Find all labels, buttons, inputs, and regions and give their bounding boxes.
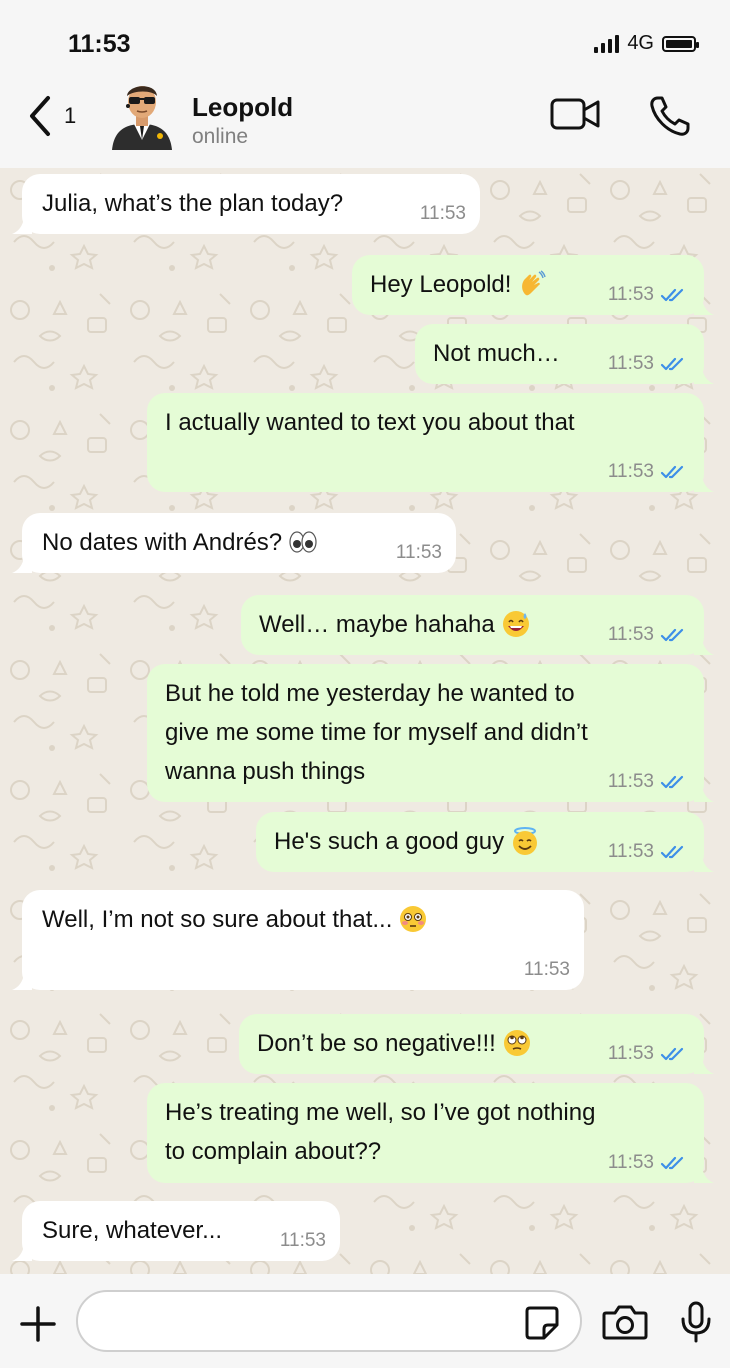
bubble-tail (694, 1058, 714, 1074)
message-text: He's such a good guy (274, 822, 540, 861)
incoming-message[interactable]: No dates with Andrés? 11:53 (12, 513, 456, 573)
message-text: I actually wanted to text you about that (165, 409, 575, 436)
message-time: 11:53 (419, 203, 466, 224)
message-text: Sure, whatever... (42, 1217, 223, 1244)
bubble-tail (694, 639, 714, 655)
video-call-icon[interactable] (550, 94, 602, 134)
read-receipt-icon (660, 775, 684, 789)
composer-bar (0, 1274, 730, 1368)
bubble-tail (12, 218, 32, 234)
eyes-emoji-icon (282, 529, 318, 556)
incoming-message[interactable]: Well, I’m not so sure about that... 11:5… (12, 890, 584, 990)
message-time: 11:53 (607, 461, 654, 482)
contact-info[interactable]: Leopold online (192, 92, 293, 149)
chat-area[interactable]: Julia, what’s the plan today? 11:53 Hey Le… (0, 168, 730, 1274)
read-receipt-icon (660, 1047, 684, 1061)
outgoing-message[interactable]: He’s treating me well, so I’ve got nothi… (147, 1083, 714, 1183)
message-time: 11:53 (607, 624, 654, 645)
message-time: 11:53 (607, 841, 654, 862)
outgoing-message[interactable]: He's such a good guy 11:53 (256, 812, 714, 872)
sticker-icon[interactable] (524, 1305, 560, 1341)
back-chevron-icon (30, 96, 50, 136)
message-text: He’s treating me well, so I’ve got nothi… (165, 1099, 596, 1165)
battery-icon (662, 35, 699, 52)
chat-header: 1 Leopold online (0, 86, 730, 168)
outgoing-message[interactable]: Hey Leopold! 11:53 (352, 255, 714, 315)
read-receipt-icon (660, 357, 684, 371)
message-time: 11:53 (395, 542, 442, 563)
bubble-tail (694, 476, 714, 492)
message-text: Well, I’m not so sure about that... (42, 900, 428, 939)
outgoing-message[interactable]: Don’t be so negative!!! 11:53 (239, 1014, 714, 1074)
outgoing-message[interactable]: Not much… 11:53 (415, 324, 714, 384)
message-text: Don’t be so negative!!! (257, 1024, 532, 1063)
grinning-sweat-emoji-icon (495, 610, 531, 638)
outgoing-message[interactable]: I actually wanted to text you about that… (147, 393, 714, 492)
message-text: No dates with Andrés? (42, 523, 318, 562)
bubble-tail (694, 1167, 714, 1183)
message-time: 11:53 (607, 771, 654, 792)
bubble-tail (694, 299, 714, 315)
message-text: Well… maybe hahaha (259, 605, 531, 644)
phone-call-icon[interactable] (648, 94, 692, 138)
flushed-face-emoji-icon (392, 905, 428, 933)
bubble-tail (12, 1245, 32, 1261)
message-text: But he told me yesterday he wanted to gi… (165, 680, 588, 785)
message-time: 11:53 (607, 1043, 654, 1064)
back-button[interactable]: 1 (26, 94, 76, 138)
bubble-tail (12, 974, 32, 990)
incoming-message[interactable]: Julia, what’s the plan today? 11:53 (12, 174, 480, 234)
smiling-halo-emoji-icon (504, 826, 540, 855)
avatar[interactable] (106, 78, 178, 150)
signal-icon (594, 34, 620, 53)
message-time: 11:53 (279, 1230, 326, 1251)
bubble-tail (694, 368, 714, 384)
bubble-tail (12, 557, 32, 573)
status-time: 11:53 (68, 30, 131, 58)
read-receipt-icon (660, 1156, 684, 1170)
plus-icon[interactable] (18, 1304, 58, 1344)
bubble-tail (694, 856, 714, 872)
message-time: 11:53 (607, 1152, 654, 1173)
message-text: Hey Leopold! (370, 265, 547, 304)
read-receipt-icon (660, 628, 684, 642)
status-bar: 11:53 4G (0, 0, 730, 88)
read-receipt-icon (660, 288, 684, 302)
message-time: 11:53 (607, 353, 654, 374)
message-time: 11:53 (523, 959, 570, 980)
contact-name: Leopold (192, 92, 294, 122)
message-text: Julia, what’s the plan today? (42, 190, 344, 217)
eye-roll-emoji-icon (496, 1029, 532, 1057)
network-type: 4G (627, 32, 654, 54)
unread-count: 1 (64, 103, 77, 128)
message-input[interactable] (76, 1290, 582, 1352)
waving-hand-emoji-icon (511, 270, 547, 298)
bubble-tail (694, 786, 714, 802)
message-time: 11:53 (607, 284, 654, 305)
message-text: Not much… (433, 340, 560, 367)
camera-icon[interactable] (602, 1304, 648, 1340)
outgoing-message[interactable]: But he told me yesterday he wanted to gi… (147, 664, 714, 802)
incoming-message[interactable]: Sure, whatever... 11:53 (12, 1201, 340, 1261)
outgoing-message[interactable]: Well… maybe hahaha 11:53 (241, 595, 714, 655)
contact-status: online (192, 125, 249, 148)
status-indicators: 4G (594, 32, 699, 55)
microphone-icon[interactable] (680, 1301, 712, 1343)
read-receipt-icon (660, 845, 684, 859)
read-receipt-icon (660, 465, 684, 479)
